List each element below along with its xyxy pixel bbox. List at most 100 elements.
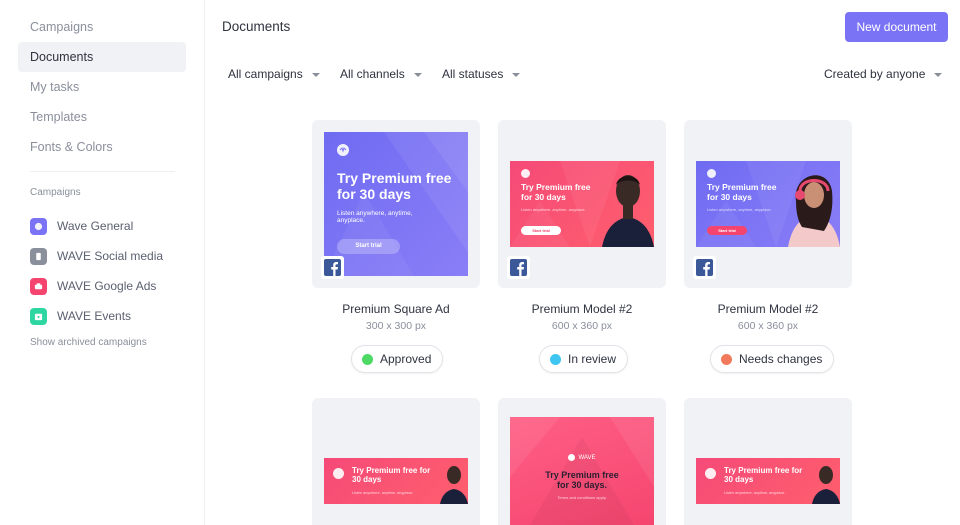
ad-preview: WAVE Try Premium free for 30 days. Terms… [510,417,654,525]
campaign-wave-events[interactable]: WAVE Events [30,306,131,326]
card-thumbnail: Try Premium free for 30 days Listen anyw… [498,120,666,288]
ad-headline: Try Premium free for 30 days [521,182,591,202]
status-label: In review [568,352,617,366]
campaigns-section-label: Campaigns [30,187,81,198]
document-card[interactable]: Try Premium free for 30 days Listen anyw… [498,120,666,380]
filter-campaigns[interactable]: All campaigns [228,67,320,81]
model-photo-icon [788,175,840,247]
ad-subtext: Terms and conditions apply. [557,495,607,500]
card-thumbnail: Try Premium free for 30 days Listen anyw… [684,120,852,288]
brand-label: WAVE [578,455,596,462]
card-title: Premium Model #2 [717,302,819,316]
campaign-label: WAVE Social media [57,249,164,263]
ad-cta-button: Start trial [337,239,400,254]
nav-my-tasks[interactable]: My tasks [18,72,186,102]
page-title: Documents [222,19,291,34]
document-card[interactable]: Try Premium free for 30 days Listen anyw… [684,398,852,525]
document-card[interactable]: WAVE Try Premium free for 30 days. Terms… [498,398,666,525]
wave-logo-icon [521,169,530,178]
ad-headline: Try Premium free for 30 days [707,182,777,202]
nav-documents[interactable]: Documents [18,42,186,72]
ad-subtext: Listen anywhere, anytime, anyplace. [724,491,786,495]
status-badge[interactable]: Needs changes [710,345,835,373]
ad-headline: Try Premium free for 30 days. [545,470,619,491]
ad-subtext: Listen anywhere, anytime, anyplace. [352,491,414,495]
filter-statuses[interactable]: All statuses [442,67,521,81]
status-label: Needs changes [739,352,823,366]
new-document-button[interactable]: New document [845,12,948,42]
ads-icon [30,277,47,295]
ad-preview: Try Premium free for 30 days Listen anyw… [324,132,468,276]
status-dot-icon [550,353,561,365]
filter-label: All statuses [442,67,504,81]
filter-label: All channels [340,67,405,81]
ad-cta-button: Start trial [521,226,561,235]
card-title: Premium Model #2 [531,302,633,316]
filter-label: Created by anyone [824,67,926,81]
card-thumbnail: Try Premium free for 30 days Listen anyw… [312,398,480,525]
chevron-down-icon [311,72,320,77]
ad-headline: Try Premium free for 30 days [724,466,803,485]
chevron-down-icon [512,72,521,77]
status-dot-icon [721,353,732,365]
facebook-icon [696,259,713,276]
ad-subtext: Listen anywhere, anytime, anyplace. [707,207,772,212]
phone-icon [30,247,47,265]
card-title: Premium Square Ad [342,302,450,316]
facebook-icon [510,259,527,276]
card-dimensions: 600 x 360 px [737,320,799,332]
document-card[interactable]: Try Premium free for 30 days Listen anyw… [312,120,480,380]
status-badge[interactable]: Approved [351,345,444,373]
ad-preview: Try Premium free for 30 days Listen anyw… [510,161,654,247]
ad-preview: Try Premium free for 30 days Listen anyw… [696,458,840,504]
nav-campaigns[interactable]: Campaigns [18,12,186,42]
campaign-label: WAVE Events [57,309,132,323]
campaign-label: WAVE Google Ads [57,279,157,293]
show-archived-link[interactable]: Show archived campaigns [30,337,147,348]
wave-logo-icon [333,468,344,479]
facebook-badge [693,256,716,279]
ad-brand: WAVE [510,454,654,461]
facebook-icon [324,259,341,276]
model-photo-icon [440,466,468,504]
card-dimensions: 300 x 300 px [365,320,427,332]
status-label: Approved [380,352,432,366]
sidebar-divider [30,171,175,172]
calendar-icon [30,307,47,325]
facebook-badge [321,256,344,279]
sidebar: Campaigns Documents My tasks Templates F… [0,0,205,525]
document-card[interactable]: Try Premium free for 30 days Listen anyw… [312,398,480,525]
campaign-wave-general[interactable]: Wave General [30,216,133,236]
document-card[interactable]: Try Premium free for 30 days Listen anyw… [684,120,852,380]
filter-created-by[interactable]: Created by anyone [824,67,943,81]
wave-logo-icon [568,454,576,461]
campaign-label: Wave General [57,219,134,233]
ad-subtext: Listen anywhere, anytime, anyplace. [337,210,413,224]
chevron-down-icon [934,72,943,77]
wave-logo-icon [707,169,716,178]
card-dimensions: 600 x 360 px [551,320,613,332]
wave-logo-icon [337,144,349,156]
wave-logo-icon [705,468,716,479]
nav-templates[interactable]: Templates [18,102,186,132]
campaign-wave-google-ads[interactable]: WAVE Google Ads [30,276,156,296]
ad-headline: Try Premium free for 30 days [337,170,452,203]
ad-subtext: Listen anywhere, anytime, anyplace. [521,207,586,212]
campaign-wave-social-media[interactable]: WAVE Social media [30,246,163,266]
filter-label: All campaigns [228,67,303,81]
wave-logo-icon [30,217,47,235]
card-thumbnail: Try Premium free for 30 days Listen anyw… [684,398,852,525]
ad-cta-button: Start trial [707,226,747,235]
ad-preview: Try Premium free for 30 days Listen anyw… [696,161,840,247]
status-dot-icon [362,353,373,365]
chevron-down-icon [413,72,422,77]
facebook-badge [507,256,530,279]
card-thumbnail: Try Premium free for 30 days Listen anyw… [312,120,480,288]
ad-headline: Try Premium free for 30 days [352,466,431,485]
filter-channels[interactable]: All channels [340,67,422,81]
ad-preview: Try Premium free for 30 days Listen anyw… [324,458,468,504]
card-thumbnail: WAVE Try Premium free for 30 days. Terms… [498,398,666,525]
nav-fonts-colors[interactable]: Fonts & Colors [18,132,186,162]
model-photo-icon [812,466,840,504]
status-badge[interactable]: In review [539,345,629,373]
